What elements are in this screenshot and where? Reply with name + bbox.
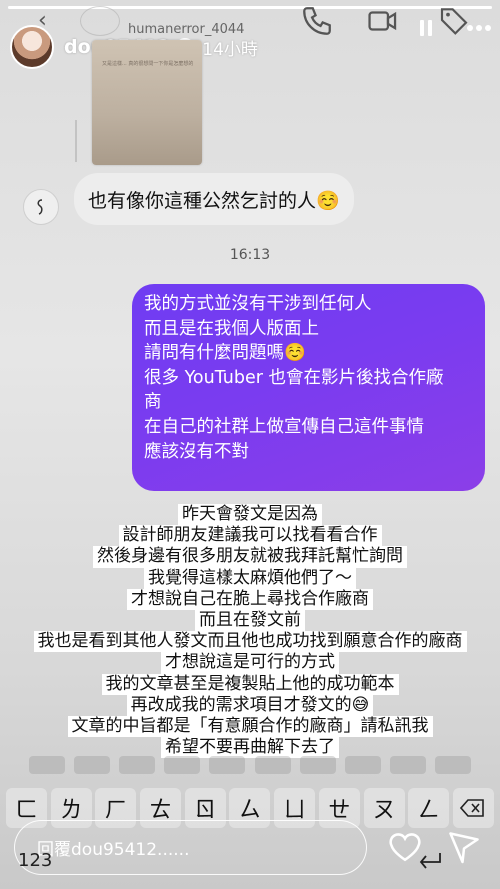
- avatar[interactable]: [10, 25, 54, 69]
- outgoing-line: 而且是在我個人版面上: [144, 318, 319, 339]
- shared-image: 又是這樣... 真的很想問一下你是怎麼想的: [92, 40, 202, 165]
- incoming-message: 也有像你這種公然乞討的人☺️: [74, 173, 354, 225]
- overlay-line: 文章的中旨都是「有意願合作的廠商」請私訊我: [67, 715, 433, 738]
- outgoing-line: 請問有什麼問題嗎☺️: [144, 343, 306, 364]
- overlay-line: 我也是看到其他人發文而且他也成功找到願意合作的廠商: [33, 631, 467, 653]
- return-icon[interactable]: [416, 850, 444, 874]
- overlay-line: 而且在發文前: [195, 609, 305, 632]
- outgoing-line: 我的方式並沒有干涉到任何人: [144, 294, 372, 314]
- overlay-line: 才想說這是可行的方式: [161, 652, 339, 674]
- outgoing-line: 很多 YouTuber 也會在影片後找合作廠: [144, 367, 444, 388]
- send-icon[interactable]: [446, 829, 482, 865]
- outgoing-line: 商: [144, 392, 162, 413]
- overlay-line: 再改成我的需求項目才發文的😅: [126, 694, 374, 716]
- overlay-line: 我覺得這樣太麻煩他們了～: [144, 567, 356, 589]
- story-time-ago: 14小時: [202, 39, 258, 60]
- story-text-overlay: 昨天會發文是因為 設計師朋友建議我可以找看看合作 然後身邊有很多朋友就被我拜託幫…: [0, 504, 500, 759]
- message-timestamp: 16:13: [229, 247, 271, 263]
- pause-icon[interactable]: [414, 16, 438, 40]
- overlay-line: 我的文章甚至是複製貼上他的成功範本: [101, 673, 399, 695]
- sender-avatar: [23, 189, 59, 225]
- reply-indicator-line: [75, 120, 77, 162]
- keyboard-top-row: [0, 756, 500, 776]
- outgoing-line: 應該沒有不對: [144, 441, 249, 462]
- reply-input[interactable]: 回覆dou95412......: [14, 820, 367, 875]
- overlay-line: 昨天會發文是因為: [178, 504, 322, 526]
- story-progress-fill: [8, 6, 492, 9]
- key[interactable]: ㄡ: [363, 788, 405, 828]
- key[interactable]: ㄥ: [408, 788, 450, 828]
- shared-image-text: 又是這樣... 真的很想問一下你是怎麼想的: [102, 61, 194, 67]
- story-viewer[interactable]: ‹ humanerror_4044 dou95412 14小時 又是這樣... …: [0, 0, 500, 889]
- numbers-key[interactable]: 123: [18, 850, 52, 871]
- overlay-line: 設計師朋友建議我可以找看看合作: [118, 525, 382, 547]
- story-progress-bar: [8, 6, 492, 9]
- overlay-line: 才想說自己在脆上尋找合作廠商: [127, 588, 373, 610]
- overlay-line: 然後身邊有很多朋友就被我拜託幫忙詢問: [93, 546, 407, 568]
- outgoing-line: 在自己的社群上做宣傳自己這件事情: [144, 416, 424, 437]
- outgoing-message: 我的方式並沒有干涉到任何人 而且是在我個人版面上 請問有什麼問題嗎☺️ 很多 Y…: [132, 284, 485, 491]
- backspace-icon[interactable]: [452, 788, 494, 828]
- more-icon[interactable]: [464, 16, 494, 40]
